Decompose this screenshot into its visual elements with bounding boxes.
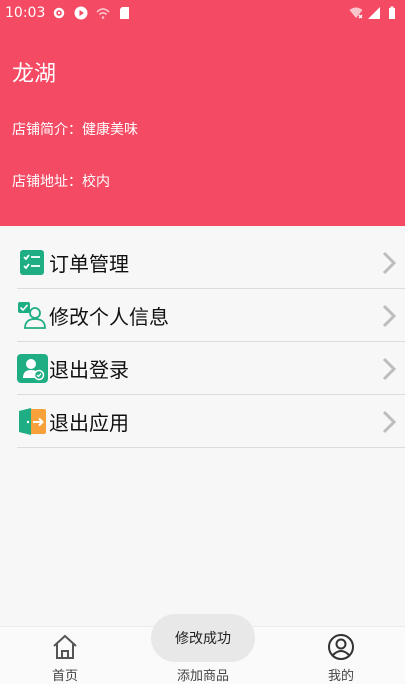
nav-tab-home[interactable]: 首页 — [20, 633, 110, 684]
edit-profile-icon — [18, 302, 46, 329]
shop-intro: 店铺简介：健康美味 — [12, 122, 138, 138]
signal-icon — [368, 7, 380, 19]
menu-item-logout[interactable]: 退出登录 — [17, 342, 405, 395]
user-circle-icon — [328, 634, 354, 660]
exit-app-icon — [19, 408, 46, 435]
shop-address: 店铺地址：校内 — [12, 174, 110, 190]
menu-item-edit-profile[interactable]: 修改个人信息 — [17, 289, 405, 342]
status-bar: 10:03 — [0, 0, 405, 26]
menu-item-label: 订单管理 — [49, 252, 129, 276]
status-icons-left — [52, 6, 132, 20]
nav-tab-mine[interactable]: 我的 — [296, 633, 386, 684]
shop-name: 龙湖 — [12, 62, 57, 87]
gear-icon — [53, 7, 65, 19]
home-icon — [53, 634, 77, 659]
order-list-icon — [20, 250, 44, 275]
nav-tab-label: 我的 — [327, 669, 354, 684]
menu-item-order-management[interactable]: 订单管理 — [17, 236, 405, 289]
chevron-right-icon — [382, 251, 397, 275]
chevron-right-icon — [382, 357, 397, 381]
chevron-right-icon — [382, 304, 397, 328]
shop-header: 龙湖 店铺简介：健康美味 店铺地址：校内 — [0, 26, 405, 226]
nav-tab-label: 首页 — [51, 669, 78, 684]
play-icon — [74, 6, 88, 20]
menu-item-label: 修改个人信息 — [49, 305, 169, 329]
menu-item-label: 退出应用 — [49, 411, 129, 435]
nav-tab-label: 添加商品 — [176, 669, 229, 684]
status-time: 10:03 — [5, 5, 46, 21]
menu-item-label: 退出登录 — [49, 358, 129, 382]
wifi-off-icon — [96, 8, 110, 19]
sd-card-icon — [120, 7, 129, 19]
toast-message: 修改成功 — [151, 614, 255, 662]
settings-menu: 订单管理 修改个人信息 退出登录 退出应用 — [0, 236, 405, 448]
chevron-right-icon — [382, 410, 397, 434]
logout-user-icon — [17, 354, 48, 383]
wifi-icon — [349, 7, 363, 19]
menu-item-exit-app[interactable]: 退出应用 — [17, 395, 405, 448]
battery-icon — [389, 6, 395, 19]
status-icons-right — [349, 6, 399, 20]
